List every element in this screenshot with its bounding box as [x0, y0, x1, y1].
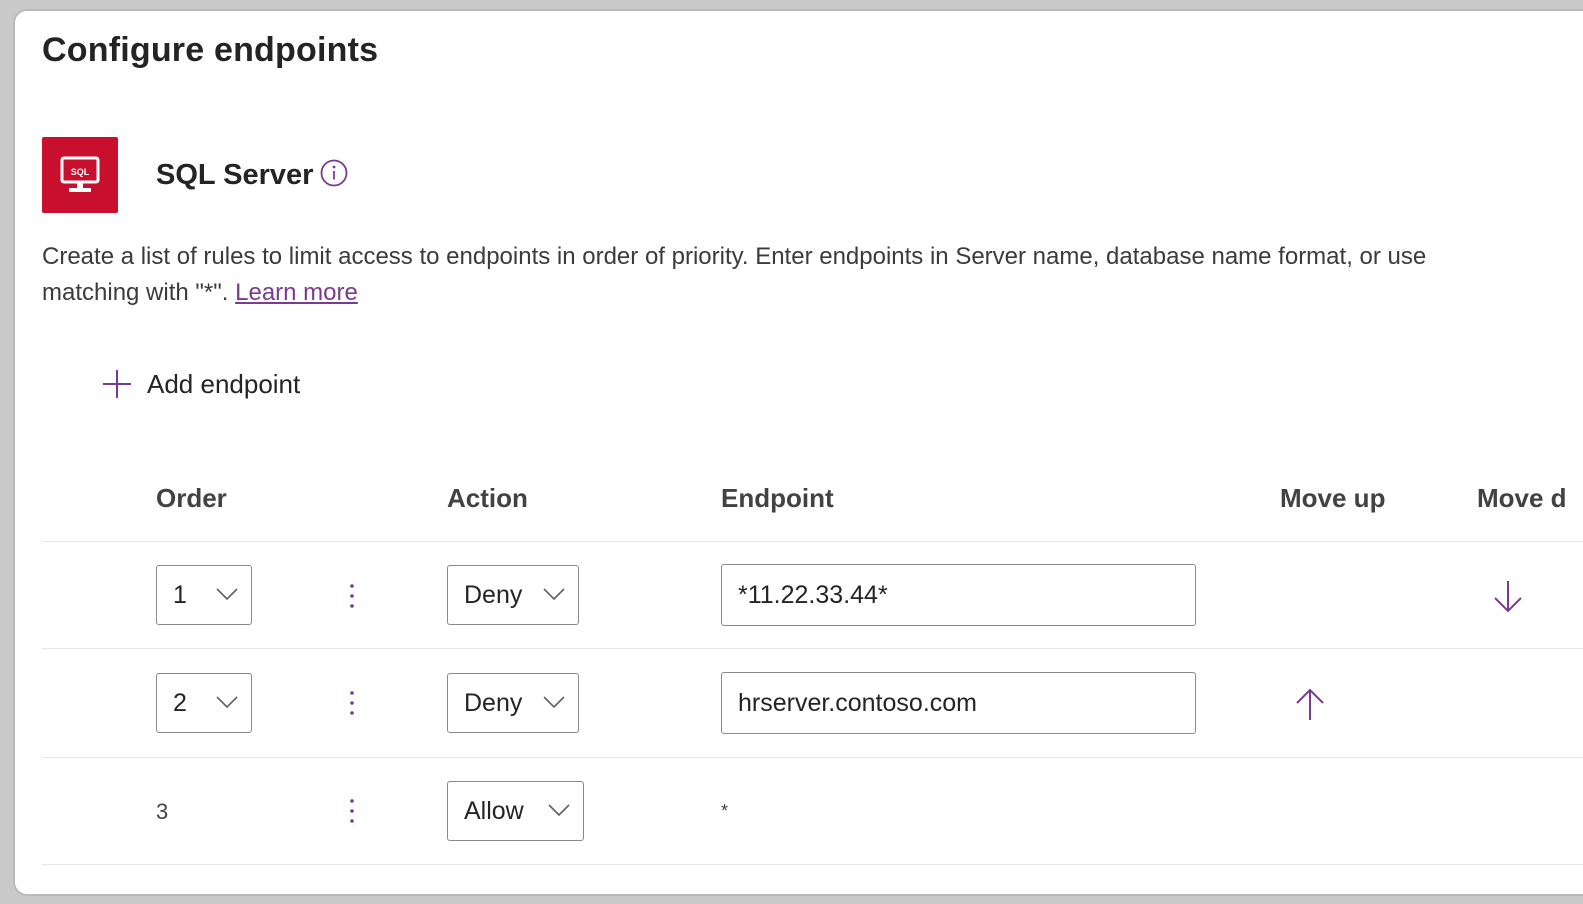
order-dropdown[interactable]: 2	[156, 673, 252, 733]
action-dropdown[interactable]: Deny	[447, 565, 579, 625]
row-divider	[42, 648, 1583, 649]
endpoint-value: *	[721, 801, 729, 821]
learn-more-link[interactable]: Learn more	[235, 279, 358, 306]
header-divider	[42, 541, 1583, 542]
chevron-down-icon	[543, 696, 565, 709]
description: Create a list of rules to limit access t…	[42, 239, 1583, 311]
more-options-icon[interactable]	[342, 685, 362, 721]
order-value: 1	[173, 580, 187, 609]
add-endpoint-button[interactable]: Add endpoint	[101, 368, 300, 400]
column-header-endpoint: Endpoint	[721, 483, 834, 513]
description-line-2-text: matching with "*".	[42, 279, 236, 306]
chevron-down-icon	[216, 588, 238, 601]
order-dropdown[interactable]: 1	[156, 565, 252, 625]
order-value: 3	[156, 799, 169, 824]
sql-server-icon: SQL	[42, 137, 118, 213]
description-line-2: matching with "*". Learn more	[42, 275, 1583, 311]
more-options-icon[interactable]	[342, 793, 362, 829]
description-line-1: Create a list of rules to limit access t…	[42, 243, 1427, 270]
page-title: Configure endpoints	[42, 31, 379, 69]
action-dropdown[interactable]: Deny	[447, 673, 579, 733]
move-down-icon[interactable]	[1491, 577, 1525, 617]
column-header-action: Action	[447, 483, 528, 513]
column-header-order: Order	[156, 483, 227, 513]
chevron-down-icon	[216, 696, 238, 709]
action-dropdown[interactable]: Allow	[447, 781, 584, 841]
add-endpoint-label: Add endpoint	[147, 368, 301, 399]
row-divider	[42, 757, 1583, 758]
info-icon[interactable]	[319, 158, 349, 188]
column-header-move-up: Move up	[1280, 483, 1386, 513]
order-value: 2	[173, 688, 187, 717]
action-value: Deny	[464, 688, 523, 717]
chevron-down-icon	[543, 588, 565, 601]
action-value: Allow	[464, 796, 524, 825]
row-divider	[42, 864, 1583, 865]
connector-name: SQL Server	[156, 159, 314, 191]
column-header-move-down: Move d	[1477, 483, 1567, 513]
endpoint-input[interactable]	[721, 672, 1196, 734]
configure-endpoints-panel: Configure endpoints SQL SQL Server Creat…	[13, 9, 1583, 896]
action-value: Deny	[464, 580, 523, 609]
more-options-icon[interactable]	[342, 578, 362, 614]
chevron-down-icon	[548, 804, 570, 817]
move-up-icon[interactable]	[1293, 684, 1327, 724]
endpoint-input[interactable]	[721, 564, 1196, 626]
plus-icon	[103, 370, 131, 398]
sql-icon-text: SQL	[71, 167, 90, 177]
